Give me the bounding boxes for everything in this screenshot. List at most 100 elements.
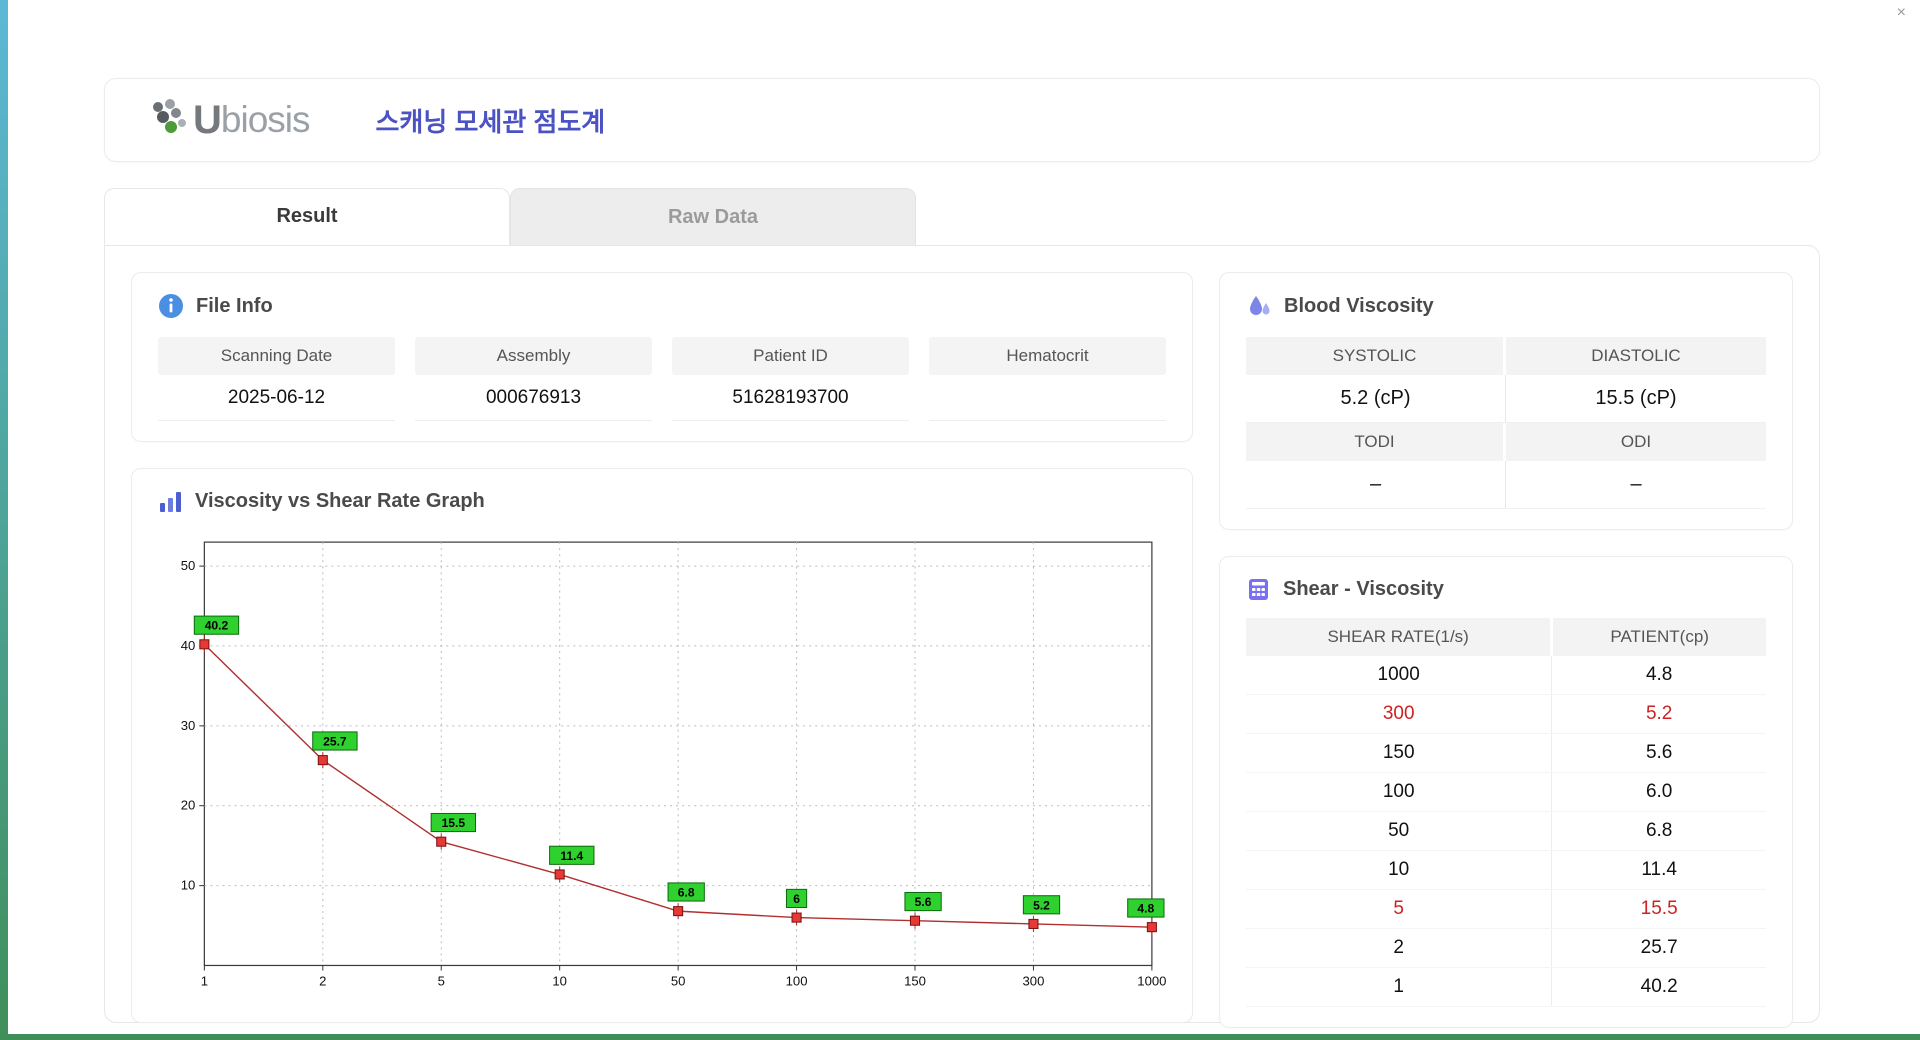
field-patient-id: Patient ID 51628193700 — [672, 337, 909, 421]
field-label: Scanning Date — [158, 337, 395, 375]
shear-cell: 2 — [1246, 928, 1553, 968]
table-row: 50 6.8 — [1246, 811, 1766, 851]
systolic-value: 5.2 (cP) — [1246, 375, 1506, 423]
main-area: Ubiosis 스캐닝 모세관 점도계 Result Raw Data File… — [8, 0, 1920, 1028]
field-label: Assembly — [415, 337, 652, 375]
svg-text:25.7: 25.7 — [323, 735, 347, 749]
patient-cell: 6.0 — [1551, 772, 1766, 812]
field-value: 51628193700 — [672, 375, 909, 421]
table-row: 1 40.2 — [1246, 967, 1766, 1007]
systolic-label: SYSTOLIC — [1246, 337, 1506, 375]
graph-title-row: Viscosity vs Shear Rate Graph — [158, 489, 1166, 514]
svg-text:10: 10 — [552, 974, 567, 989]
field-label: Patient ID — [672, 337, 909, 375]
patient-cell: 15.5 — [1551, 889, 1766, 929]
file-info-title-row: File Info — [158, 293, 1166, 319]
field-label: Hematocrit — [929, 337, 1166, 375]
todi-label: TODI — [1246, 423, 1506, 461]
svg-text:20: 20 — [181, 798, 196, 813]
grape-cluster-icon — [153, 99, 186, 133]
close-icon[interactable]: × — [1897, 4, 1906, 22]
field-hematocrit: Hematocrit — [929, 337, 1166, 421]
shear-cell: 10 — [1246, 850, 1553, 890]
svg-text:50: 50 — [671, 974, 686, 989]
odi-value: – — [1506, 461, 1766, 509]
file-info-title: File Info — [196, 294, 273, 317]
svg-text:2: 2 — [319, 974, 326, 989]
app-window: × Ubiosis 스캐닝 모세관 점도계 Result Raw Data Fi… — [8, 0, 1920, 1034]
field-value — [929, 375, 1166, 421]
shear-cell: 300 — [1246, 694, 1553, 734]
field-value: 000676913 — [415, 375, 652, 421]
tab-raw-data[interactable]: Raw Data — [510, 188, 916, 245]
patient-cell: 25.7 — [1551, 928, 1766, 968]
patient-cell: 5.2 — [1551, 694, 1766, 734]
svg-text:4.8: 4.8 — [1137, 902, 1154, 916]
shear-viscosity-title: Shear - Viscosity — [1283, 578, 1444, 600]
col-patient: PATIENT(cp) — [1551, 618, 1766, 656]
blood-viscosity-grid: SYSTOLIC DIASTOLIC 5.2 (cP) 15.5 (cP) TO… — [1246, 337, 1766, 509]
patient-cell: 11.4 — [1551, 850, 1766, 890]
table-row: 5 15.5 — [1246, 889, 1766, 929]
bar-chart-icon — [160, 492, 181, 512]
todi-value: – — [1246, 461, 1506, 509]
table-row: 100 6.0 — [1246, 772, 1766, 812]
svg-text:15.5: 15.5 — [442, 816, 466, 830]
file-info-card: File Info Scanning Date 2025-06-12 Assem… — [131, 272, 1193, 442]
odi-label: ODI — [1506, 423, 1766, 461]
droplet-icon — [1250, 296, 1270, 315]
brand-logo: Ubiosis — [149, 98, 310, 143]
svg-text:5: 5 — [438, 974, 445, 989]
field-scanning-date: Scanning Date 2025-06-12 — [158, 337, 395, 421]
info-icon — [159, 294, 183, 318]
field-value: 2025-06-12 — [158, 375, 395, 421]
right-column: Blood Viscosity SYSTOLIC DIASTOLIC 5.2 (… — [1219, 272, 1793, 1028]
svg-text:11.4: 11.4 — [560, 849, 583, 863]
shear-viscosity-card: Shear - Viscosity SHEAR RATE(1/s) PATIEN… — [1219, 556, 1793, 1028]
patient-cell: 6.8 — [1551, 811, 1766, 851]
patient-cell: 40.2 — [1551, 967, 1766, 1007]
shear-cell: 50 — [1246, 811, 1553, 851]
table-row: 1000 4.8 — [1246, 656, 1766, 695]
page-title: 스캐닝 모세관 점도계 — [375, 106, 606, 137]
brand-text-u: U — [193, 97, 222, 142]
graph-card: Viscosity vs Shear Rate Graph 10 20 30 40 50… — [131, 468, 1193, 1023]
svg-text:100: 100 — [786, 974, 808, 989]
patient-cell: 4.8 — [1551, 656, 1766, 695]
file-info-fields: Scanning Date 2025-06-12 Assembly 000676… — [158, 337, 1166, 421]
svg-text:5.2: 5.2 — [1033, 898, 1050, 912]
col-shear-rate: SHEAR RATE(1/s) — [1246, 618, 1554, 656]
svg-text:1: 1 — [201, 974, 208, 989]
shear-cell: 5 — [1246, 889, 1553, 929]
svg-text:40.2: 40.2 — [205, 619, 229, 633]
svg-text:1000: 1000 — [1137, 974, 1166, 989]
table-header-row: SHEAR RATE(1/s) PATIENT(cp) — [1246, 618, 1766, 656]
svg-text:5.6: 5.6 — [915, 895, 932, 909]
tab-result[interactable]: Result — [104, 188, 510, 245]
svg-text:6: 6 — [793, 892, 800, 906]
shear-cell: 150 — [1246, 733, 1553, 773]
shear-viscosity-title-row: Shear - Viscosity — [1246, 577, 1766, 602]
table-row: 300 5.2 — [1246, 694, 1766, 734]
left-column: File Info Scanning Date 2025-06-12 Assem… — [131, 272, 1193, 1023]
svg-text:30: 30 — [181, 718, 196, 733]
shear-cell: 1000 — [1246, 656, 1553, 695]
svg-text:40: 40 — [181, 638, 196, 653]
shear-cell: 1 — [1246, 967, 1553, 1007]
shear-viscosity-table: SHEAR RATE(1/s) PATIENT(cp) 1000 4.8 300 5… — [1246, 618, 1766, 1007]
patient-cell: 5.6 — [1551, 733, 1766, 773]
graph-title: Viscosity vs Shear Rate Graph — [195, 490, 485, 512]
diastolic-value: 15.5 (cP) — [1506, 375, 1766, 423]
blood-viscosity-title: Blood Viscosity — [1284, 294, 1434, 317]
table-grid-icon — [1249, 579, 1268, 600]
tab-bar: Result Raw Data — [104, 188, 1820, 245]
svg-text:6.8: 6.8 — [678, 886, 695, 900]
table-row: 10 11.4 — [1246, 850, 1766, 890]
svg-text:300: 300 — [1023, 974, 1045, 989]
viscosity-chart: 10 20 30 40 50 1 2 5 10 50 100 150 300 1000 40.2 25.7 15… — [158, 528, 1166, 1002]
blood-viscosity-card: Blood Viscosity SYSTOLIC DIASTOLIC 5.2 (… — [1219, 272, 1793, 530]
diastolic-label: DIASTOLIC — [1506, 337, 1766, 375]
table-row: 2 25.7 — [1246, 928, 1766, 968]
blood-viscosity-title-row: Blood Viscosity — [1246, 293, 1766, 319]
shear-cell: 100 — [1246, 772, 1553, 812]
